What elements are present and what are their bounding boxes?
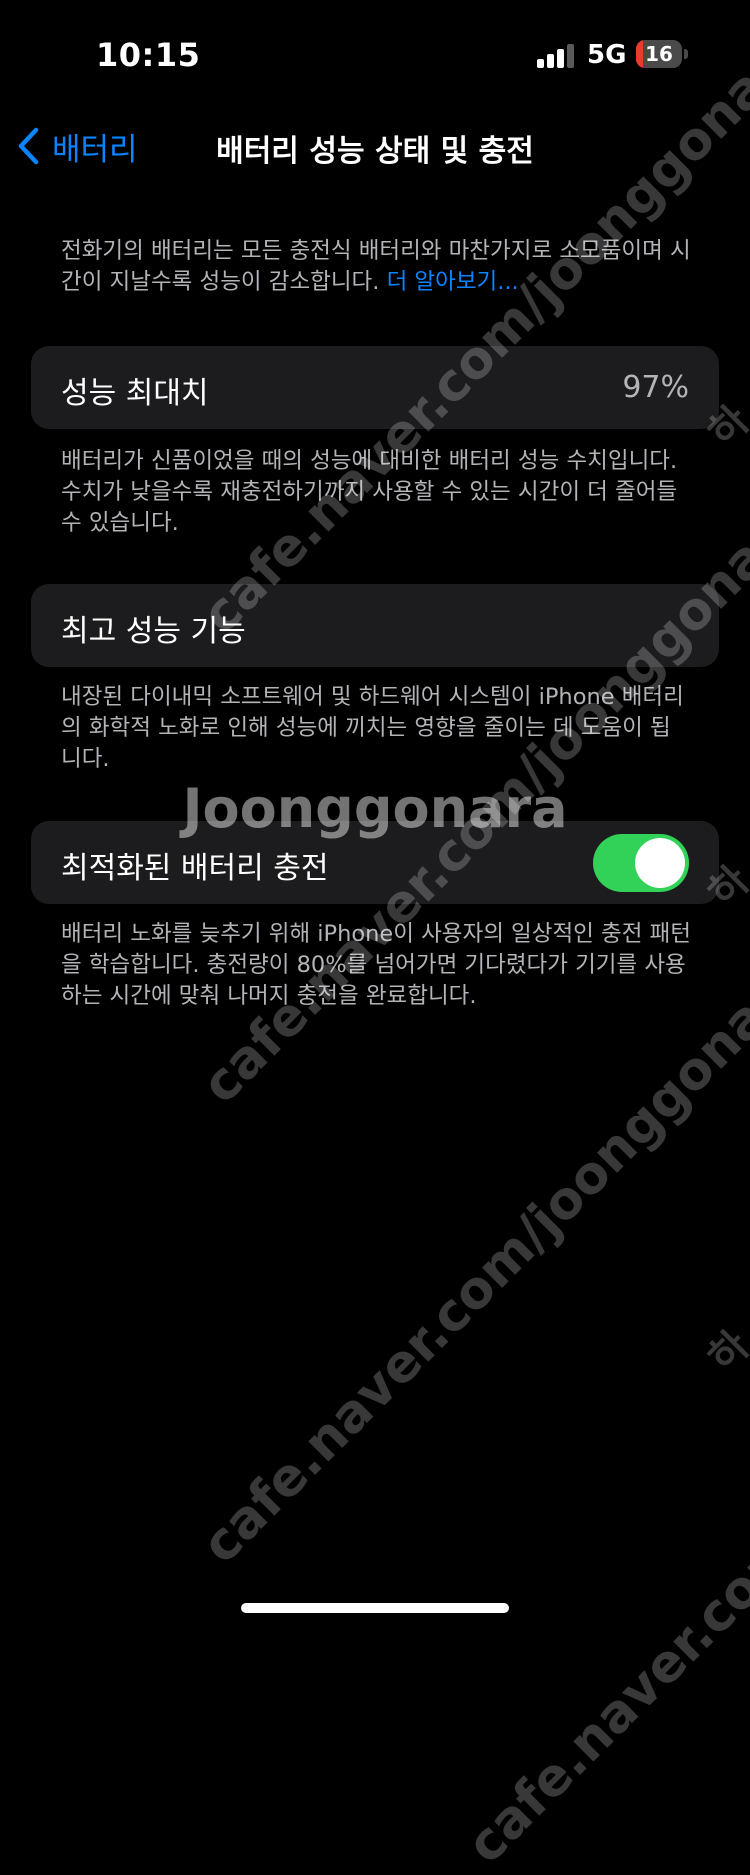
peak-performance-label: 최고 성능 기능	[61, 614, 246, 649]
learn-more-link[interactable]: 더 알아보기...	[387, 269, 519, 295]
battery-cap	[684, 49, 688, 59]
status-time: 10:15	[96, 36, 201, 74]
intro-description: 전화기의 배터리는 모든 충전식 배터리와 마찬가지로 소모품이며 시간이 지날…	[61, 238, 691, 295]
url-watermark: cafe.naver.com/joonggonara	[190, 484, 750, 1116]
maximum-capacity-label: 성능 최대치	[61, 376, 209, 411]
optimized-charging-label: 최적화된 배터리 충전	[61, 851, 329, 886]
optimized-charging-toggle[interactable]	[593, 834, 689, 892]
battery-level: 16	[645, 42, 673, 66]
home-indicator[interactable]	[241, 1603, 509, 1613]
status-bar: 10:15 5G 16	[0, 0, 750, 110]
maximum-capacity-description: 배터리가 신품이었을 때의 성능에 대비한 배터리 성능 수치입니다. 수치가 …	[61, 448, 678, 536]
maximum-capacity-row: 성능 최대치 97%	[31, 346, 719, 429]
optimized-charging-description: 배터리 노화를 늦추기 위해 iPhone이 사용자의 일상적인 충전 패턴을 …	[61, 921, 691, 1009]
toggle-knob	[635, 838, 685, 888]
peak-performance-description: 내장된 다이내믹 소프트웨어 및 하드웨어 시스템이 iPhone 배터리의 화…	[61, 684, 684, 772]
side-watermark: 하	[699, 1322, 750, 1382]
cellular-signal-icon	[537, 42, 577, 68]
maximum-capacity-value: 97%	[622, 370, 689, 405]
url-watermark: cafe.naver.com/joonggonara	[455, 1244, 750, 1875]
intro-text: 전화기의 배터리는 모든 충전식 배터리와 마찬가지로 소모품이며 시간이 지날…	[61, 236, 691, 298]
page-title: 배터리 성능 상태 및 충전	[216, 134, 534, 169]
optimized-charging-row: 최적화된 배터리 충전	[31, 821, 719, 904]
network-type: 5G	[587, 40, 627, 70]
battery-icon: 16	[636, 40, 682, 68]
peak-performance-row: 최고 성능 기능	[31, 584, 719, 667]
url-watermark: cafe.naver.com/joonggonara	[190, 944, 750, 1576]
navigation-bar: 배터리 배터리 성능 상태 및 충전	[0, 110, 750, 180]
